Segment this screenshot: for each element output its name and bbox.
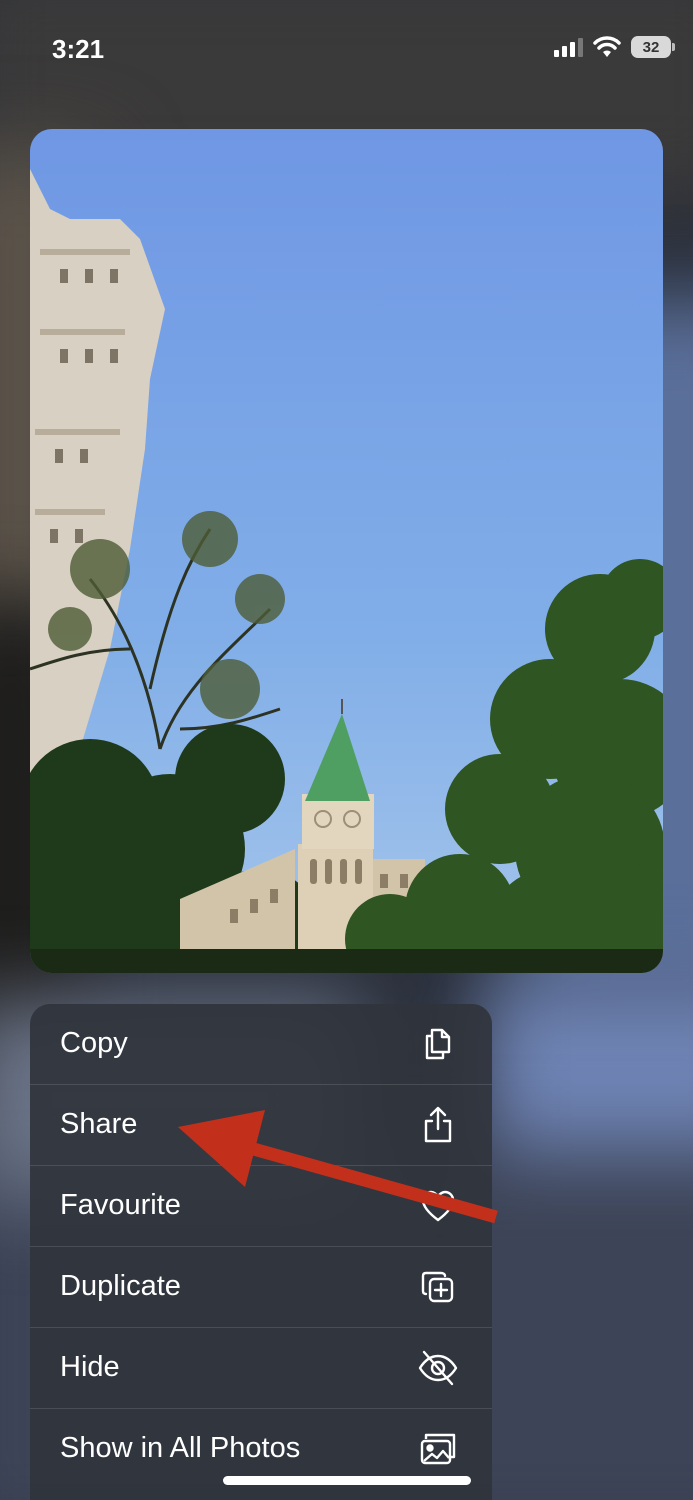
duplicate-icon (418, 1267, 458, 1307)
context-menu: Copy Share Favourite Duplicate Hide Show… (30, 1004, 492, 1500)
heart-icon (418, 1186, 458, 1226)
cellular-signal-icon (554, 38, 583, 57)
eye-slash-icon (418, 1348, 458, 1388)
home-indicator[interactable] (223, 1476, 471, 1485)
share-icon (418, 1105, 458, 1145)
photos-icon (418, 1429, 458, 1469)
menu-item-favourite[interactable]: Favourite (30, 1166, 492, 1247)
status-icons: 32 (553, 36, 675, 58)
menu-item-label: Share (60, 1108, 138, 1140)
menu-item-copy[interactable]: Copy (30, 1004, 492, 1085)
menu-item-duplicate[interactable]: Duplicate (30, 1247, 492, 1328)
menu-item-label: Favourite (60, 1189, 181, 1221)
photo-preview[interactable] (30, 129, 663, 973)
battery-icon: 32 (631, 36, 675, 58)
menu-item-hide[interactable]: Hide (30, 1328, 492, 1409)
menu-item-share[interactable]: Share (30, 1085, 492, 1166)
copy-icon (418, 1024, 458, 1064)
status-bar: 3:21 32 (0, 0, 693, 100)
menu-item-label: Copy (60, 1027, 128, 1059)
menu-item-label: Duplicate (60, 1270, 181, 1302)
status-time: 3:21 (52, 34, 105, 64)
menu-item-label: Hide (60, 1351, 120, 1383)
wifi-icon (593, 36, 621, 57)
menu-item-label: Show in All Photos (60, 1432, 301, 1464)
